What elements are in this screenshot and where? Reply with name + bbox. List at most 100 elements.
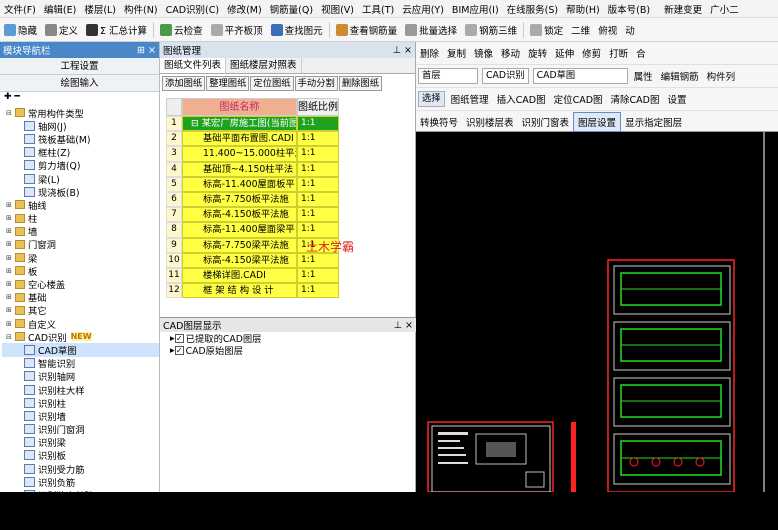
- identify-button-3[interactable]: 图层设置: [573, 112, 622, 132]
- pin-close-icon[interactable]: ⊥ ×: [394, 320, 413, 331]
- expand-all-icon[interactable]: ✚: [4, 92, 12, 102]
- menu-item-7[interactable]: 视图(V): [317, 2, 358, 16]
- cad-identify-dropdown[interactable]: CAD识别: [482, 68, 529, 84]
- tree-item[interactable]: ⊞ 基础: [2, 291, 159, 304]
- menu-item-10[interactable]: BIM应用(I): [448, 2, 503, 16]
- drawing-scale-cell[interactable]: 1:1: [297, 207, 339, 223]
- table-row[interactable]: 8 标高-11.400屋面梁平 1:1: [166, 222, 403, 238]
- edit-button-2[interactable]: 镜像: [470, 43, 497, 63]
- drawing-name-cell[interactable]: 基础顶~4.150柱平法: [182, 161, 297, 177]
- tree-item[interactable]: 识别门窗洞: [2, 423, 159, 436]
- edit-button-5[interactable]: 延伸: [551, 43, 578, 63]
- table-row[interactable]: 4 基础顶~4.150柱平法 1:1: [166, 161, 403, 177]
- user-menu[interactable]: 广小二: [706, 2, 743, 16]
- table-row[interactable]: 3 11.400~15.000柱平法 1:1: [166, 146, 403, 162]
- drawing-scale-cell[interactable]: 1:1: [297, 267, 339, 284]
- drawing-name-cell[interactable]: 标高-7.750板平法施: [182, 191, 297, 208]
- toolbar-button-4[interactable]: 平齐板顶: [207, 20, 267, 40]
- drawing-scale-cell[interactable]: 1:1: [297, 283, 339, 299]
- expand-toggle-icon[interactable]: ⊞: [6, 240, 15, 248]
- select-button[interactable]: 选择: [418, 91, 445, 107]
- view-mode-dropdown[interactable]: 俯视: [594, 20, 621, 40]
- drawing-scale-cell[interactable]: 1:1: [297, 176, 339, 192]
- expand-toggle-icon[interactable]: ⊞: [6, 214, 15, 222]
- menu-item-4[interactable]: CAD识别(C): [162, 2, 224, 16]
- header-drawing-name[interactable]: 图纸名称: [182, 98, 297, 116]
- toolbar-button-7[interactable]: 批量选择: [401, 20, 461, 40]
- edit-button-3[interactable]: 移动: [497, 43, 524, 63]
- menu-item-3[interactable]: 构件(N): [120, 2, 162, 16]
- edit-button-8[interactable]: 合: [632, 43, 650, 63]
- cad-drawing-canvas[interactable]: [416, 132, 778, 492]
- cad-button-0[interactable]: 图纸管理: [447, 89, 493, 109]
- new-change-button[interactable]: 新建变更: [660, 2, 706, 16]
- cad-button-4[interactable]: 设置: [663, 89, 690, 109]
- toolbar-button-8[interactable]: 钢筋三维: [461, 20, 521, 40]
- menu-item-9[interactable]: 云应用(Y): [398, 2, 448, 16]
- table-row[interactable]: 2 基础平面布置图.CADI 1:1: [166, 131, 403, 147]
- menu-item-1[interactable]: 编辑(E): [40, 2, 80, 16]
- property-button-0[interactable]: 属性: [630, 66, 657, 86]
- toolbar-button-2[interactable]: Σ 汇总计算: [82, 20, 151, 40]
- tree-item[interactable]: 识别受力筋: [2, 462, 159, 476]
- expand-toggle-icon[interactable]: ⊞: [6, 227, 15, 235]
- table-row[interactable]: 7 标高-4.150板平法施 1:1: [166, 207, 403, 223]
- drawing-name-cell[interactable]: 标高-7.750梁平法施: [182, 237, 297, 253]
- header-drawing-scale[interactable]: 图纸比例: [297, 98, 339, 116]
- collapse-all-icon[interactable]: ━: [14, 92, 19, 102]
- drawing-scale-cell[interactable]: 1:1: [297, 191, 339, 208]
- toolbar-button-1[interactable]: 定义: [41, 20, 82, 40]
- animation-button[interactable]: 动: [621, 20, 639, 40]
- checkbox[interactable]: ✓: [174, 333, 184, 343]
- menu-item-13[interactable]: 版本号(B): [604, 2, 654, 16]
- drawing-scale-cell[interactable]: 1:1: [297, 222, 339, 238]
- drawing-name-cell[interactable]: 11.400~15.000柱平法: [182, 146, 297, 162]
- tree-item[interactable]: 识别轴网: [2, 370, 159, 383]
- tree-item[interactable]: 识别柱: [2, 396, 159, 410]
- drawing-name-cell[interactable]: 楼梯详图.CADI: [182, 267, 297, 284]
- floor-dropdown[interactable]: 首层: [418, 68, 478, 84]
- expand-toggle-icon[interactable]: ⊟: [6, 109, 15, 117]
- tree-item[interactable]: ⊞ 自定义: [2, 317, 159, 331]
- tree-item[interactable]: ⊞ 门窗洞: [2, 238, 159, 251]
- project-settings-button[interactable]: 工程设置: [0, 58, 159, 75]
- tree-item[interactable]: ⊟ CAD识别 NEW: [2, 330, 159, 344]
- menu-item-8[interactable]: 工具(T): [358, 2, 398, 16]
- toolbar-button-0[interactable]: 隐藏: [0, 20, 41, 40]
- menu-item-2[interactable]: 楼层(L): [80, 2, 120, 16]
- tree-item[interactable]: 框柱(Z): [2, 146, 159, 159]
- edit-button-1[interactable]: 复制: [443, 43, 470, 63]
- tree-item[interactable]: 轴网(J): [2, 119, 159, 133]
- cad-button-2[interactable]: 定位CAD图: [550, 89, 607, 109]
- drawing-button-3[interactable]: 手动分割: [294, 75, 338, 91]
- table-row[interactable]: 9 标高-7.750梁平法施 1:1: [166, 237, 403, 253]
- drawing-name-cell[interactable]: 基础平面布置图.CADI: [182, 131, 297, 147]
- drawing-button-2[interactable]: 定位图纸: [250, 75, 294, 91]
- edit-button-6[interactable]: 修剪: [578, 43, 605, 63]
- tree-item[interactable]: ⊞ 其它: [2, 304, 159, 317]
- identify-button-0[interactable]: 转换符号: [416, 112, 462, 132]
- table-row[interactable]: 5 标高-11.400屋面板平 1:1: [166, 176, 403, 192]
- drawing-name-cell[interactable]: 标高-11.400屋面板平: [182, 176, 297, 192]
- tree-item[interactable]: ⊞ 墙: [2, 225, 159, 238]
- drawing-scale-cell[interactable]: 1:1: [297, 161, 339, 177]
- identify-button-2[interactable]: 识别门窗表: [518, 112, 574, 132]
- expand-toggle-icon[interactable]: ⊞: [6, 254, 15, 262]
- checkbox[interactable]: ✓: [174, 345, 184, 355]
- tree-item[interactable]: ⊞ 轴线: [2, 198, 159, 212]
- drawing-button-0[interactable]: 添加图纸: [162, 75, 206, 91]
- pin-close-icon[interactable]: ⊥ ×: [393, 45, 412, 56]
- tree-item[interactable]: ⊞ 板: [2, 264, 159, 278]
- table-row[interactable]: 1 ⊟ 某宏厂房施工图(当前图) 1:1: [166, 116, 403, 132]
- tab-drawing-floor-map[interactable]: 图纸楼层对照表: [226, 58, 302, 73]
- tree-item[interactable]: CAD草图: [2, 343, 159, 357]
- table-row[interactable]: 10 标高-4.150梁平法施 1:1: [166, 252, 403, 268]
- tree-item[interactable]: 识别板: [2, 449, 159, 462]
- toolbar-button-9[interactable]: 锁定: [526, 20, 567, 40]
- cad-button-1[interactable]: 插入CAD图: [493, 89, 550, 109]
- drawing-input-button[interactable]: 绘图输入: [0, 75, 159, 92]
- close-icon[interactable]: ⊞ ×: [137, 45, 156, 56]
- edit-button-4[interactable]: 旋转: [524, 43, 551, 63]
- tab-drawing-file-list[interactable]: 图纸文件列表: [160, 58, 227, 73]
- property-button-2[interactable]: 构件列: [703, 66, 740, 86]
